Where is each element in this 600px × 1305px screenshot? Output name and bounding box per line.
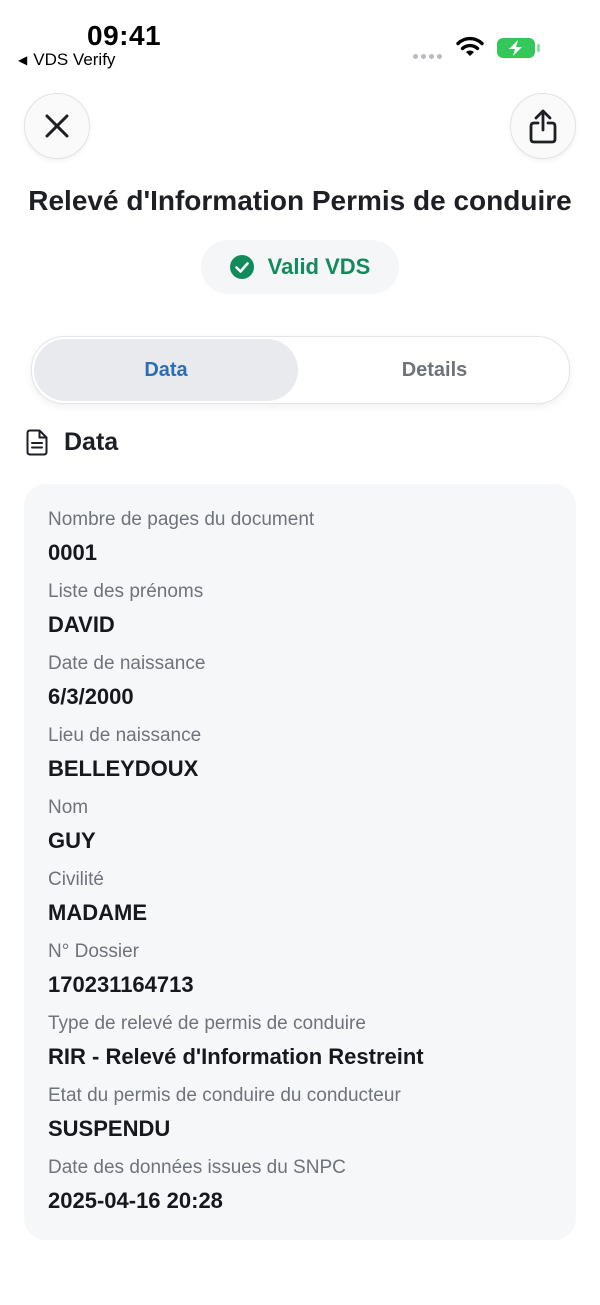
page-title: Relevé d'Information Permis de conduire [28, 185, 572, 216]
data-card: Nombre de pages du document 0001 Liste d… [24, 484, 576, 1240]
field-value: 0001 [48, 540, 97, 565]
battery-charging-icon [497, 38, 540, 58]
field-label: Date des données issues du SNPC [48, 1157, 346, 1178]
field-value: SUSPENDU [48, 1116, 171, 1141]
field-value: 170231164713 [48, 972, 194, 997]
field-nom: Nom GUY [48, 796, 96, 855]
field-label: Date de naissance [48, 653, 206, 674]
back-app-label: VDS Verify [33, 50, 116, 69]
share-button[interactable] [510, 93, 576, 159]
segmented-control: Data Details [31, 336, 570, 404]
status-badge: Valid VDS [201, 240, 399, 294]
field-label: Liste des prénoms [48, 581, 204, 602]
field-label: Nombre de pages du document [48, 509, 315, 530]
field-value: 6/3/2000 [48, 684, 134, 709]
field-value: MADAME [48, 900, 147, 925]
field-label: Type de relevé de permis de conduire [48, 1013, 366, 1034]
close-button[interactable] [24, 93, 90, 159]
field-lieu-naissance: Lieu de naissance BELLEYDOUX [48, 724, 201, 783]
document-icon [26, 429, 48, 456]
field-dossier: N° Dossier 170231164713 [48, 940, 194, 999]
status-time: 09:41 [87, 20, 162, 51]
field-label: Nom [48, 797, 89, 818]
field-etat-permis: Etat du permis de conduire du conducteur… [48, 1084, 401, 1143]
field-label: N° Dossier [48, 941, 140, 962]
tab-data[interactable]: Data [34, 339, 298, 401]
field-value: GUY [48, 828, 96, 853]
field-prenoms: Liste des prénoms DAVID [48, 580, 203, 639]
wifi-icon [456, 36, 484, 56]
field-date-snpc: Date des données issues du SNPC 2025-04-… [48, 1156, 346, 1215]
field-label: Lieu de naissance [48, 725, 202, 746]
field-value: BELLEYDOUX [48, 756, 199, 781]
field-date-naissance: Date de naissance 6/3/2000 [48, 652, 205, 711]
section-title: Data [64, 428, 119, 456]
back-to-app-link[interactable]: ◀ VDS Verify [18, 50, 115, 70]
status-bar: 09:41 ◀ VDS Verify [0, 0, 600, 80]
tab-details[interactable]: Details [302, 339, 567, 401]
field-value: RIR - Relevé d'Information Restreint [48, 1044, 424, 1069]
back-triangle-icon: ◀ [18, 53, 28, 67]
field-civilite: Civilité MADAME [48, 868, 147, 927]
check-circle-icon [229, 255, 254, 279]
status-badge-label: Valid VDS [267, 254, 371, 279]
field-value: 2025-04-16 20:28 [48, 1188, 223, 1213]
field-type-releve: Type de relevé de permis de conduire RIR… [48, 1012, 424, 1071]
close-icon [45, 114, 69, 138]
field-label: Etat du permis de conduire du conducteur [48, 1085, 401, 1106]
field-value: DAVID [48, 612, 115, 637]
section-header: Data [26, 428, 118, 457]
field-nombre-de-pages: Nombre de pages du document 0001 [48, 508, 314, 567]
cellular-signal-icon [413, 54, 442, 59]
field-label: Civilité [48, 869, 104, 890]
share-icon [529, 109, 557, 144]
